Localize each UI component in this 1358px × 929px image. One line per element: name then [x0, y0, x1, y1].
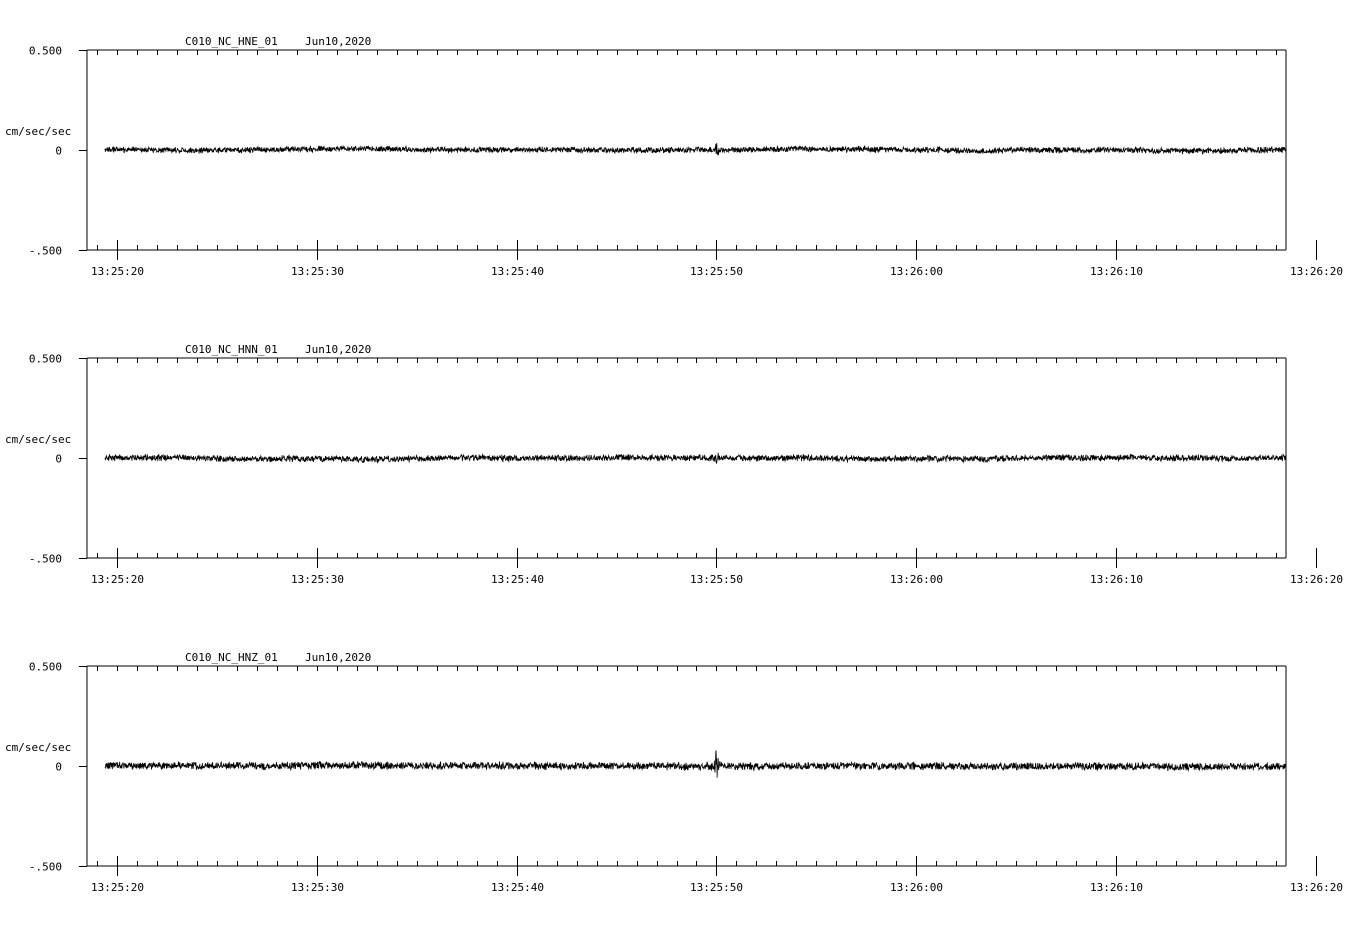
x-tick-label: 13:25:20: [91, 573, 144, 586]
record-date: Jun10,2020: [305, 343, 371, 356]
x-tick-label: 13:26:20: [1290, 265, 1343, 278]
seismogram-plots: 13:25:20 13:25:30 13:25:40 13:25:50 13:26:00…: [5, 35, 1343, 894]
x-tick-label: 13:25:30: [291, 881, 344, 894]
chart-1: 13:25:20 13:25:30 13:25:40 13:25:50 13:26:00…: [5, 343, 1343, 586]
y-axis-label: cm/sec/sec: [5, 741, 71, 754]
channel-name: C010_NC_HNE_01: [185, 35, 278, 48]
y-tick-label: 0.500: [29, 353, 62, 366]
x-tick-label: 13:25:20: [91, 265, 144, 278]
x-tick-label: 13:26:20: [1290, 573, 1343, 586]
x-tick-label: 13:26:10: [1090, 881, 1143, 894]
y-tick-label: -.500: [29, 553, 62, 566]
record-date: Jun10,2020: [305, 35, 371, 48]
x-tick-label: 13:26:10: [1090, 265, 1143, 278]
waveform-trace: [104, 142, 1287, 156]
waveform-trace: [104, 750, 1287, 778]
y-tick-label: 0: [55, 145, 62, 158]
x-tick-label: 13:25:50: [690, 265, 743, 278]
y-axis-label: cm/sec/sec: [5, 433, 71, 446]
y-tick-label: -.500: [29, 861, 62, 874]
chart-2: 13:25:20 13:25:30 13:25:40 13:25:50 13:26:00…: [5, 651, 1343, 894]
x-tick-label: 13:25:40: [491, 573, 544, 586]
x-tick-label: 13:25:40: [491, 881, 544, 894]
y-axis-label: cm/sec/sec: [5, 125, 71, 138]
x-tick-label: 13:26:20: [1290, 881, 1343, 894]
x-tick-label: 13:25:40: [491, 265, 544, 278]
x-tick-label: 13:25:30: [291, 573, 344, 586]
y-tick-label: 0: [55, 761, 62, 774]
y-tick-label: 0.500: [29, 45, 62, 58]
chart-0: 13:25:20 13:25:30 13:25:40 13:25:50 13:26:00…: [5, 35, 1343, 278]
x-tick-label: 13:26:00: [890, 573, 943, 586]
channel-name: C010_NC_HNN_01: [185, 343, 278, 356]
x-tick-label: 13:26:00: [890, 265, 943, 278]
x-tick-label: 13:26:00: [890, 881, 943, 894]
x-tick-label: 13:25:30: [291, 265, 344, 278]
y-tick-label: -.500: [29, 245, 62, 258]
x-tick-label: 13:25:20: [91, 881, 144, 894]
x-tick-label: 13:25:50: [690, 573, 743, 586]
channel-name: C010_NC_HNZ_01: [185, 651, 278, 664]
waveform-trace: [104, 452, 1286, 465]
x-tick-label: 13:26:10: [1090, 573, 1143, 586]
y-tick-label: 0: [55, 453, 62, 466]
y-tick-label: 0.500: [29, 661, 62, 674]
record-date: Jun10,2020: [305, 651, 371, 664]
seismogram-page: 13:25:20 13:25:30 13:25:40 13:25:50 13:26:00…: [0, 0, 1358, 924]
x-tick-label: 13:25:50: [690, 881, 743, 894]
